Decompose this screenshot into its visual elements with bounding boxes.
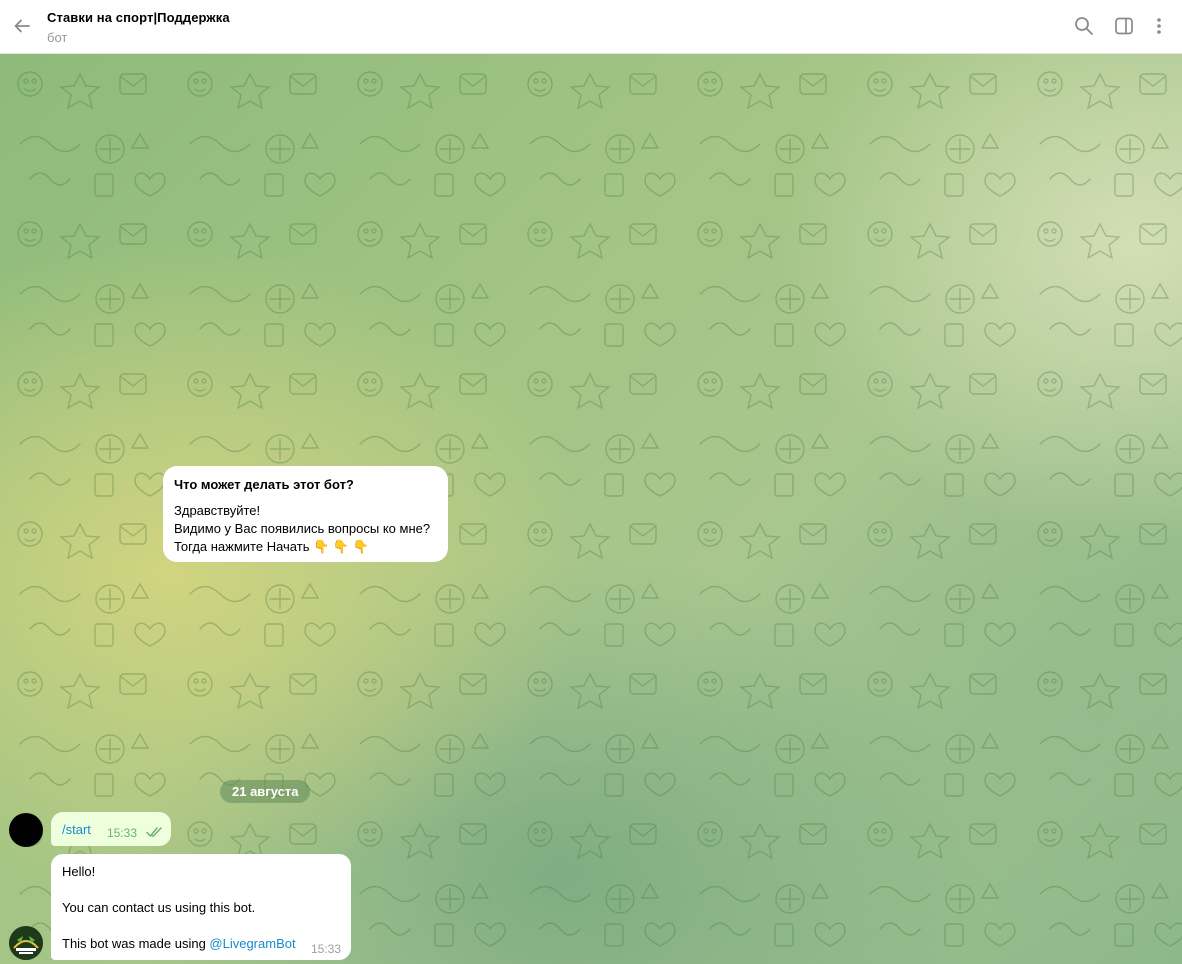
livegram-link[interactable]: @LivegramBot xyxy=(209,936,295,951)
chat-header: Ставки на спорт|Поддержка бот xyxy=(0,0,1182,54)
more-vertical-icon[interactable] xyxy=(1148,15,1170,37)
bot-logo-icon xyxy=(9,926,43,960)
incoming-message[interactable]: Hello! You can contact us using this bot… xyxy=(51,854,351,960)
chat-area[interactable]: Что может делать этот бот? Здравствуйте!… xyxy=(0,54,1182,964)
message-line: This bot was made using xyxy=(62,936,210,951)
side-panel-icon[interactable] xyxy=(1113,15,1135,37)
chat-title[interactable]: Ставки на спорт|Поддержка xyxy=(47,10,230,25)
chat-subtitle: бот xyxy=(47,30,68,45)
bot-info-line: Здравствуйте! xyxy=(174,503,261,518)
date-divider: 21 августа xyxy=(220,780,311,803)
message-line-with-link: This bot was made using @LivegramBot xyxy=(62,936,296,951)
message-line: You can contact us using this bot. xyxy=(62,900,256,915)
outgoing-message[interactable]: /start 15:33 xyxy=(51,812,171,846)
message-time: 15:33 xyxy=(107,826,138,840)
double-check-icon xyxy=(146,827,162,837)
command-link[interactable]: /start xyxy=(62,822,91,837)
bot-avatar[interactable] xyxy=(9,926,43,960)
bot-info-title: Что может делать этот бот? xyxy=(174,477,354,492)
bot-info-line: Видимо у Вас появились вопросы ко мне? xyxy=(174,521,431,536)
message-line: Hello! xyxy=(62,864,96,879)
back-arrow-icon[interactable] xyxy=(10,14,34,38)
message-time: 15:33 xyxy=(311,942,342,956)
search-icon[interactable] xyxy=(1073,15,1095,37)
avatar[interactable] xyxy=(9,813,43,847)
bot-info-line: Тогда нажмите Начать 👇 👇 👇 xyxy=(174,539,369,554)
bot-info-card: Что может делать этот бот? Здравствуйте!… xyxy=(163,466,448,562)
